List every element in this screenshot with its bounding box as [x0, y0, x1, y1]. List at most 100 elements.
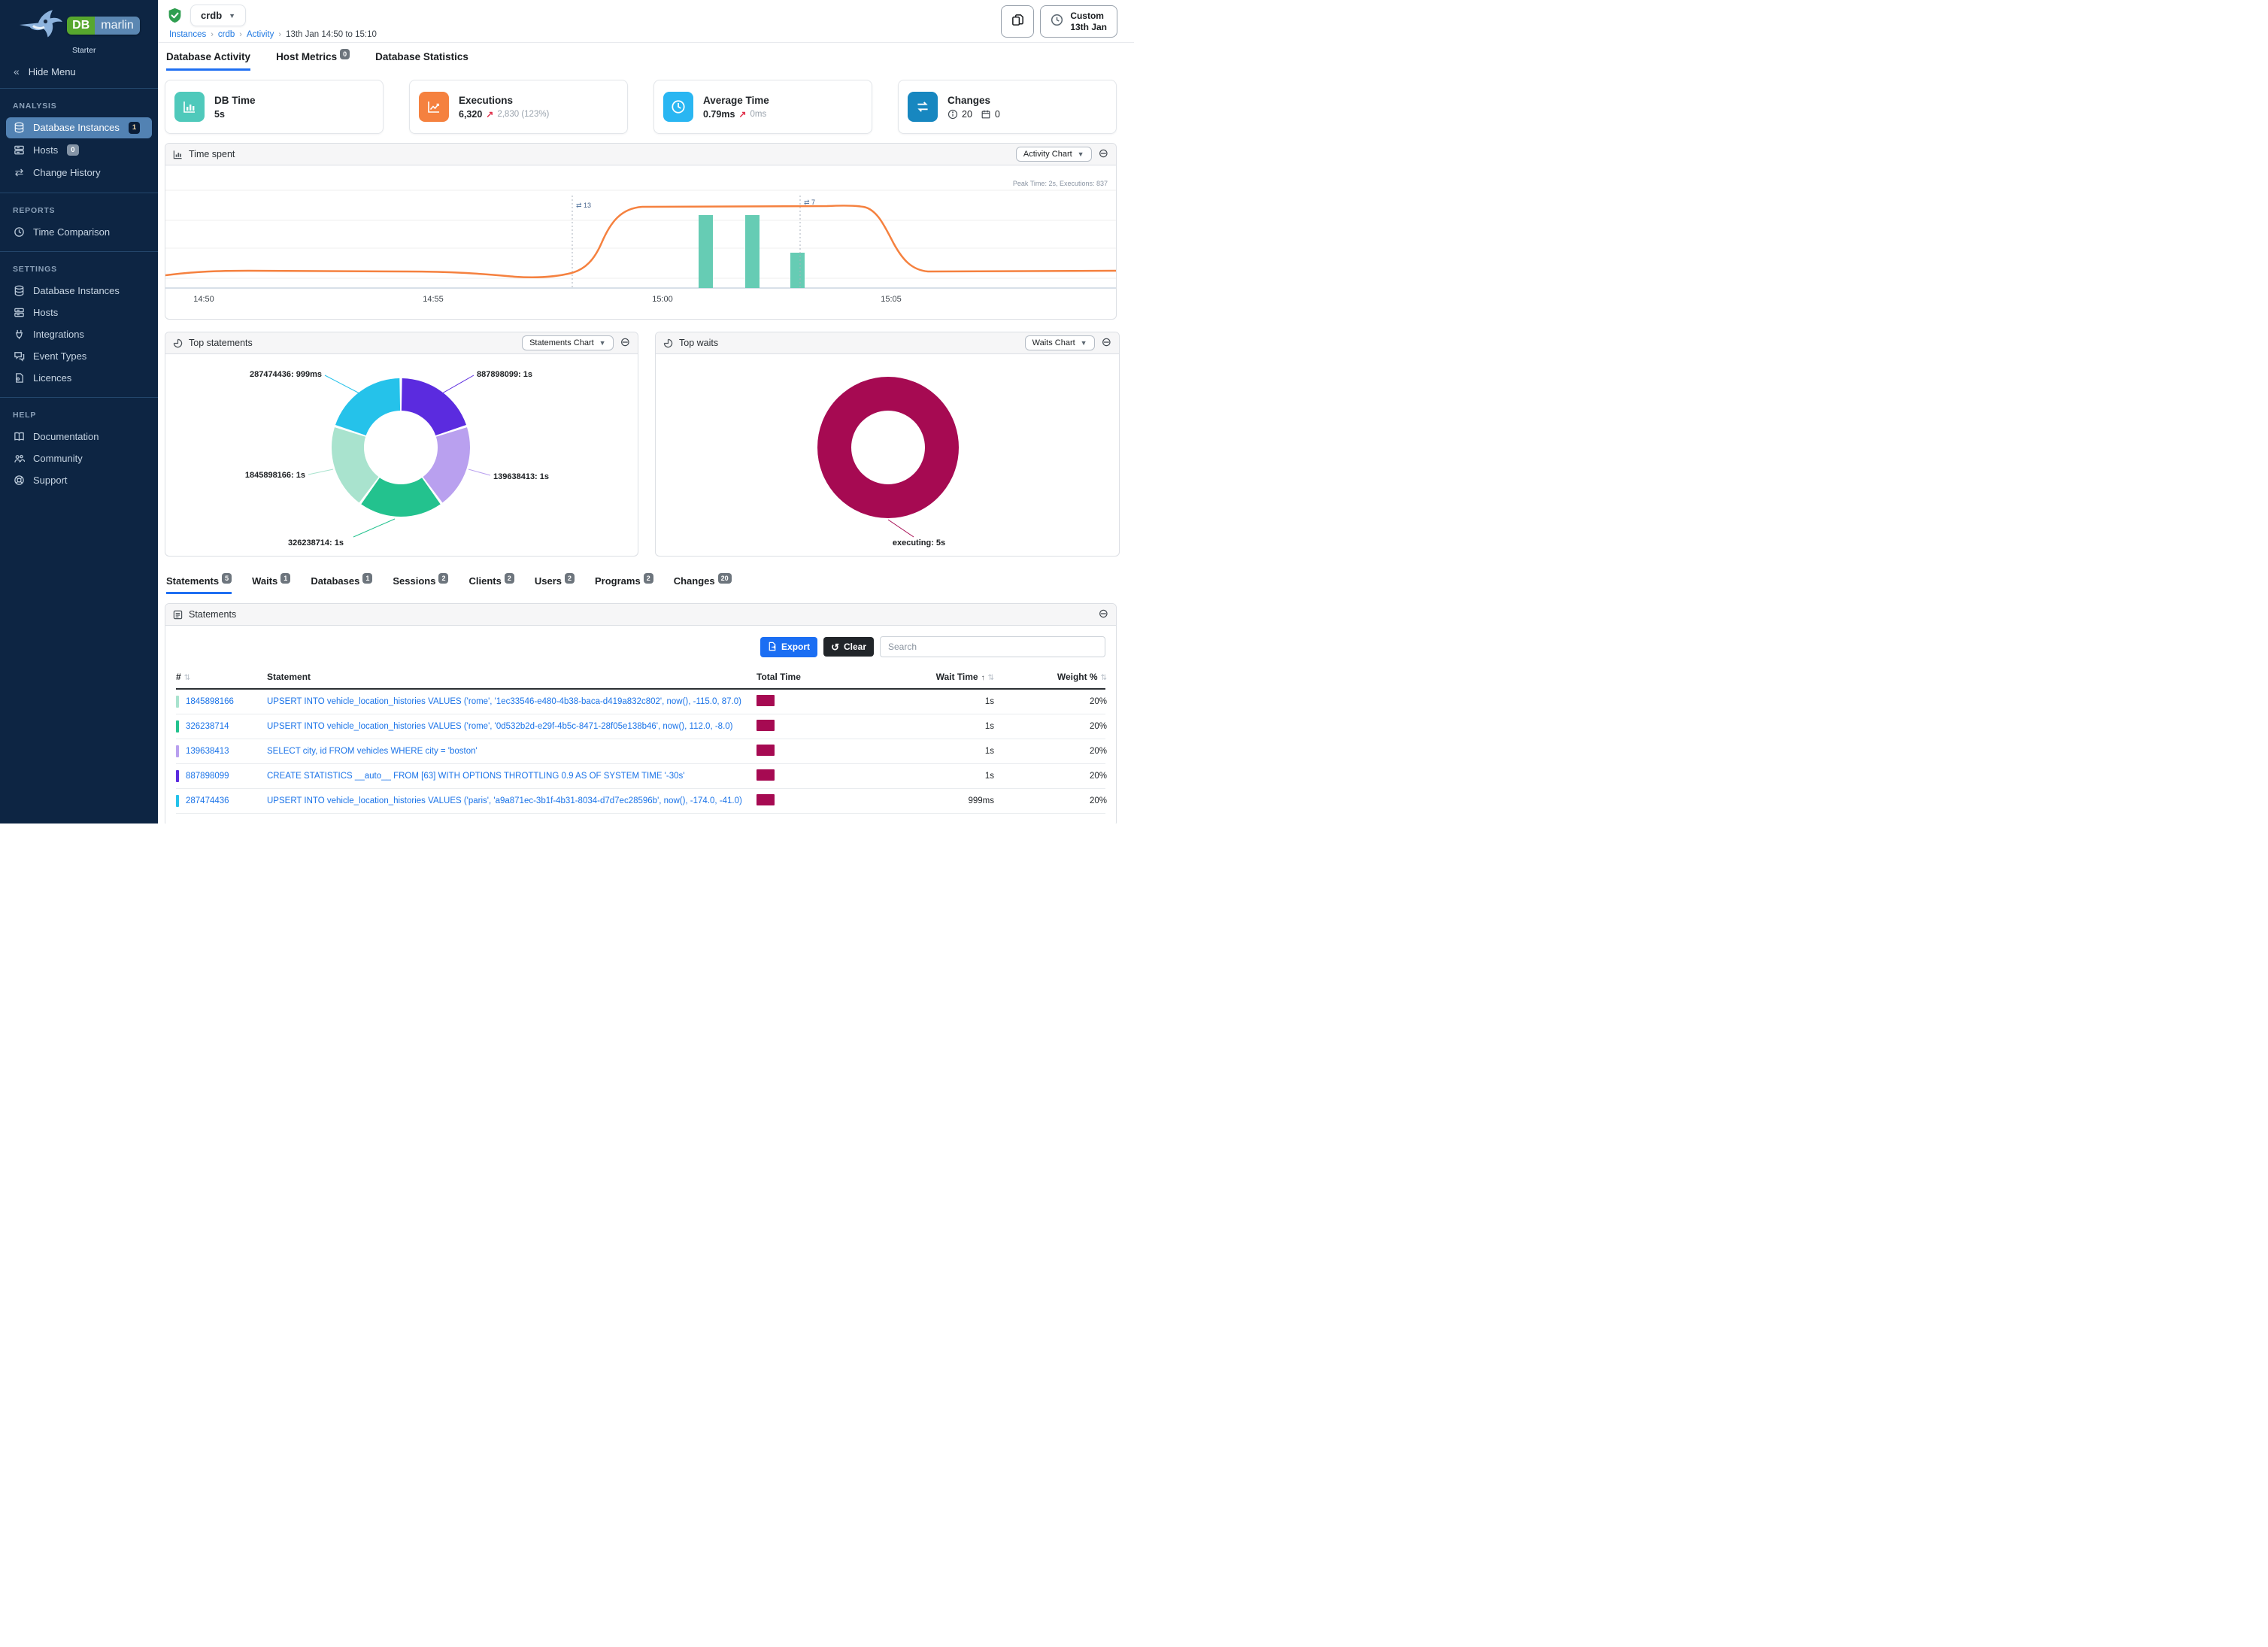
- statement-cell: UPSERT INTO vehicle_location_histories V…: [267, 796, 757, 805]
- sidebar-item-integrations[interactable]: Integrations: [6, 324, 152, 344]
- statement-id-link[interactable]: 326238714: [186, 722, 229, 731]
- statements-donut-chart[interactable]: 287474436: 999ms 887898099: 1s 139638413…: [165, 354, 638, 556]
- chat-icon: [13, 350, 26, 362]
- col-wait-time[interactable]: Wait Time↑⇅: [854, 672, 994, 682]
- breadcrumb-item[interactable]: Instances: [169, 30, 206, 39]
- sidebar-item-licences[interactable]: Licences: [6, 368, 152, 388]
- chevron-down-icon: ▼: [229, 12, 235, 20]
- kpi-executions: Executions 6,320 ↗ 2,830 (123%): [409, 80, 628, 134]
- detail-tab-clients[interactable]: Clients2: [468, 575, 514, 594]
- sidebar-item-time-comparison[interactable]: Time Comparison: [6, 222, 152, 242]
- statement-id-link[interactable]: 287474436: [186, 796, 229, 805]
- sidebar-item-label: Hosts: [33, 144, 58, 156]
- sidebar-item-hosts[interactable]: Hosts: [6, 302, 152, 323]
- detail-tab-badge: 20: [718, 573, 732, 584]
- statement-color-bar: [176, 795, 179, 807]
- sidebar-item-label: Documentation: [33, 431, 99, 442]
- kpi-title: Changes: [948, 95, 1000, 106]
- statement-id-cell: 287474436: [176, 795, 267, 807]
- statement-color-bar: [176, 745, 179, 757]
- sidebar-item-change-history[interactable]: ⇄Change History: [6, 162, 152, 184]
- time-spent-chart[interactable]: Peak Time: 2s, Executions: 837 ⇄ 13 ⇄ 7: [165, 165, 1116, 319]
- collapse-panel-icon[interactable]: ⊖: [1099, 608, 1108, 620]
- chart-select-label: Activity Chart: [1023, 150, 1072, 159]
- detail-tab-label: Databases: [311, 575, 359, 587]
- sidebar-item-documentation[interactable]: Documentation: [6, 426, 152, 447]
- collapse-panel-icon[interactable]: ⊖: [1102, 337, 1111, 349]
- line-chart-icon: [419, 92, 449, 122]
- sidebar-item-support[interactable]: Support: [6, 470, 152, 490]
- tab-host-metrics[interactable]: Host Metrics0: [276, 51, 350, 71]
- statement-id-link[interactable]: 139638413: [186, 747, 229, 756]
- weight-cell: 20%: [994, 747, 1107, 756]
- breadcrumb-item[interactable]: crdb: [218, 30, 235, 39]
- statement-cell: UPSERT INTO vehicle_location_histories V…: [267, 722, 757, 731]
- statement-link[interactable]: UPSERT INTO vehicle_location_histories V…: [267, 722, 752, 731]
- waits-donut-chart[interactable]: executing: 5s: [656, 354, 1119, 556]
- collapse-panel-icon[interactable]: ⊖: [1099, 148, 1108, 160]
- tab-database-statistics[interactable]: Database Statistics: [375, 51, 468, 71]
- detail-tab-databases[interactable]: Databases1: [311, 575, 372, 594]
- donut-slice-287474436[interactable]: [335, 378, 400, 435]
- time-range-button[interactable]: Custom 13th Jan: [1040, 5, 1117, 38]
- statement-link[interactable]: UPSERT INTO vehicle_location_histories V…: [267, 697, 752, 706]
- tab-badge: 0: [340, 49, 350, 59]
- copy-link-button[interactable]: [1001, 5, 1034, 38]
- statement-cell: CREATE STATISTICS __auto__ FROM [63] WIT…: [267, 772, 757, 781]
- detail-tab-users[interactable]: Users2: [535, 575, 575, 594]
- statement-link[interactable]: SELECT city, id FROM vehicles WHERE city…: [267, 747, 752, 756]
- instance-name: crdb: [201, 10, 222, 21]
- sidebar-item-database-instances[interactable]: Database Instances1: [6, 117, 152, 138]
- sidebar-item-community[interactable]: Community: [6, 448, 152, 469]
- clear-button[interactable]: ↺ Clear: [823, 637, 874, 657]
- statement-id-cell: 887898099: [176, 770, 267, 782]
- statement-link[interactable]: UPSERT INTO vehicle_location_histories V…: [267, 796, 752, 805]
- collapse-panel-icon[interactable]: ⊖: [620, 337, 630, 349]
- hide-menu-button[interactable]: « Hide Menu: [0, 58, 158, 89]
- statements-chart-select[interactable]: Statements Chart ▼: [522, 335, 614, 350]
- instance-selector-button[interactable]: crdb ▼: [190, 5, 246, 26]
- kpi-title: Average Time: [703, 95, 769, 106]
- kpi-value: 5s: [214, 109, 225, 120]
- time-range-line2: 13th Jan: [1070, 22, 1107, 32]
- col-total-time[interactable]: Total Time: [757, 672, 854, 682]
- statement-link[interactable]: CREATE STATISTICS __auto__ FROM [63] WIT…: [267, 772, 752, 781]
- detail-tab-label: Changes: [674, 575, 715, 587]
- change-marker-label[interactable]: ⇄ 13: [576, 202, 591, 209]
- detail-tab-label: Programs: [595, 575, 641, 587]
- statement-id-link[interactable]: 887898099: [186, 772, 229, 781]
- sidebar-item-label: Change History: [33, 167, 101, 178]
- export-button[interactable]: Export: [760, 637, 817, 657]
- label-leader-line: [353, 519, 395, 537]
- col-id[interactable]: #⇅: [176, 672, 267, 682]
- db-time-line: [165, 205, 1116, 277]
- detail-tab-sessions[interactable]: Sessions2: [393, 575, 448, 594]
- statement-id-link[interactable]: 1845898166: [186, 697, 234, 706]
- detail-tab-statements[interactable]: Statements5: [166, 575, 232, 594]
- brand-wordmark: DB marlin: [67, 17, 140, 35]
- main-area: crdb ▼ Instances›crdb›Activity›13th Jan …: [158, 0, 1134, 824]
- search-input[interactable]: [880, 636, 1105, 657]
- waits-ring: [835, 394, 942, 502]
- undo-icon: ↺: [831, 642, 839, 652]
- activity-chart-select[interactable]: Activity Chart ▼: [1016, 147, 1092, 162]
- detail-tab-programs[interactable]: Programs2: [595, 575, 653, 594]
- breadcrumb-item[interactable]: Activity: [247, 30, 274, 39]
- sidebar-item-hosts[interactable]: Hosts0: [6, 140, 152, 161]
- col-weight[interactable]: Weight %⇅: [994, 672, 1107, 682]
- kpi-changes: Changes 20: [898, 80, 1117, 134]
- waits-chart-select[interactable]: Waits Chart ▼: [1025, 335, 1095, 350]
- detail-tab-changes[interactable]: Changes20: [674, 575, 732, 594]
- statements-toolbar: Export ↺ Clear: [165, 626, 1116, 665]
- col-statement[interactable]: Statement: [267, 672, 757, 682]
- detail-tab-badge: 1: [362, 573, 372, 584]
- donut-slice-887898099[interactable]: [402, 378, 466, 435]
- trend-up-icon: ↗: [738, 109, 746, 120]
- sidebar-item-event-types[interactable]: Event Types: [6, 346, 152, 366]
- change-marker-label[interactable]: ⇄ 7: [804, 199, 815, 206]
- chevron-down-icon: ▼: [599, 339, 606, 347]
- tab-database-activity[interactable]: Database Activity: [166, 51, 250, 71]
- detail-tab-waits[interactable]: Waits1: [252, 575, 290, 594]
- kpi-info-count: 20: [962, 109, 972, 120]
- sidebar-item-database-instances[interactable]: Database Instances: [6, 281, 152, 301]
